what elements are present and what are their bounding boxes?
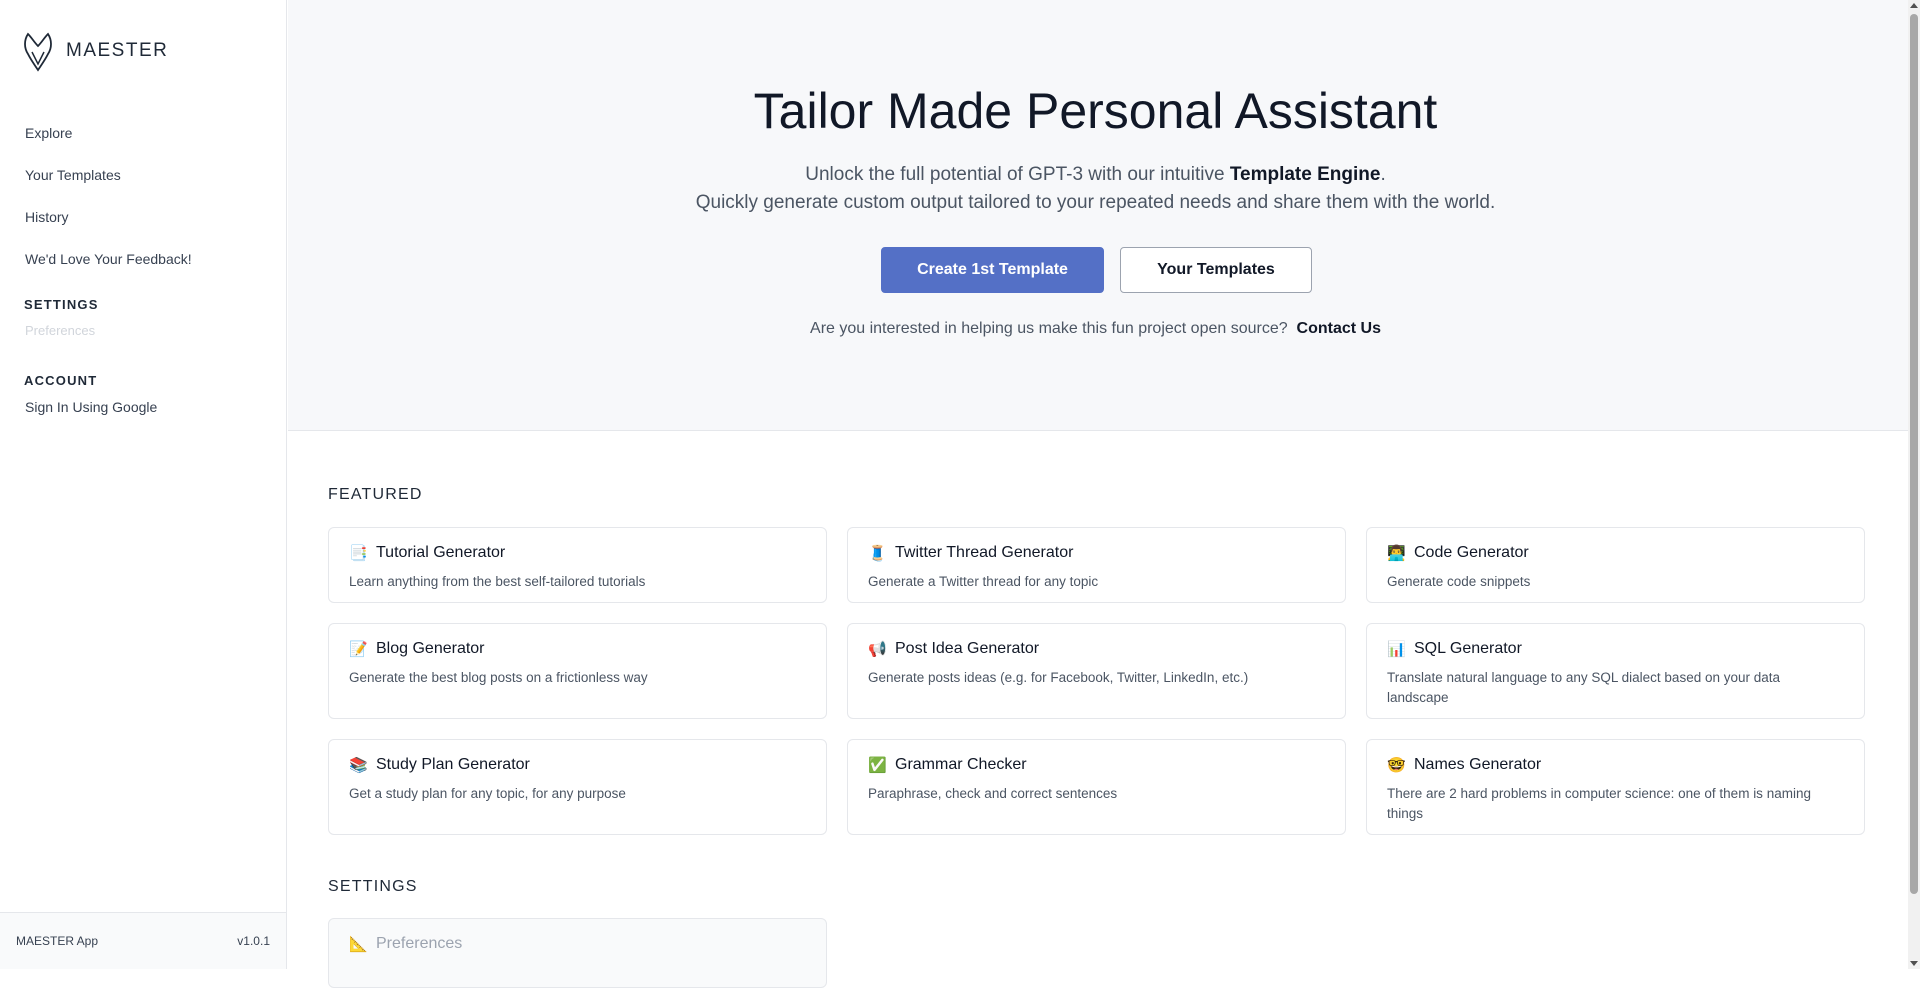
scroll-thumb[interactable] [1910,14,1918,894]
template-card[interactable]: 📢 Post Idea Generator Generate posts idea… [847,623,1346,719]
footer-version: v1.0.1 [237,934,270,948]
preferences-card[interactable]: 📐 Preferences [328,918,827,988]
scrollbar[interactable] [1908,0,1920,969]
sidebar-item-sign-in-google[interactable]: Sign In Using Google [0,394,286,436]
sidebar-item-preferences[interactable]: Preferences [0,318,286,360]
scroll-up-arrow-icon[interactable] [1910,3,1918,8]
hero: Tailor Made Personal Assistant Unlock th… [288,0,1908,431]
sidebar-section-account: ACCOUNT [24,373,98,388]
card-title: Tutorial Generator [376,543,506,561]
card-title: Blog Generator [376,639,485,657]
document-icon: 📑 [349,544,368,562]
scroll-down-arrow-icon[interactable] [1910,961,1918,966]
template-card[interactable]: 🤓 Names Generator There are 2 hard proble… [1366,739,1865,835]
template-card[interactable]: 📚 Study Plan Generator Get a study plan f… [328,739,827,835]
hero-sub-period: . [1380,164,1386,185]
card-description: Generate a Twitter thread for any topic [868,574,1099,589]
card-title: Study Plan Generator [376,755,530,773]
sidebar-item-explore[interactable]: Explore [0,120,286,162]
template-card[interactable]: 📊 SQL Generator Translate natural languag… [1366,623,1865,719]
maester-logo-icon [24,32,52,72]
hero-buttons: Create 1st Template Your Templates [881,247,1312,293]
card-title: SQL Generator [1414,639,1522,657]
template-card[interactable]: ✅ Grammar Checker Paraphrase, check and c… [847,739,1346,835]
sidebar-item-feedback[interactable]: We'd Love Your Feedback! [0,246,286,288]
card-title: Names Generator [1414,755,1542,773]
card-title: Grammar Checker [895,755,1027,773]
card-description: Generate code snippets [1387,574,1531,589]
hero-sub-line2: Quickly generate custom output tailored … [695,192,1496,213]
sidebar-item-history[interactable]: History [0,204,286,246]
card-title: Code Generator [1414,543,1529,561]
sidebar-item-your-templates[interactable]: Your Templates [0,162,286,204]
check-mark-icon: ✅ [868,756,887,774]
books-icon: 📚 [349,756,368,774]
settings-heading: SETTINGS [328,878,418,895]
sidebar: MAESTER Explore Your Templates History W… [0,0,287,969]
sidebar-footer: MAESTER App v1.0.1 [0,912,286,969]
card-description: Generate posts ideas (e.g. for Facebook,… [868,670,1249,685]
featured-heading: FEATURED [328,486,423,503]
template-card[interactable]: 📝 Blog Generator Generate the best blog p… [328,623,827,719]
card-description: Translate natural language to any SQL di… [1387,670,1781,705]
your-templates-button[interactable]: Your Templates [1120,247,1312,293]
card-description: Generate the best blog posts on a fricti… [349,670,648,685]
create-template-button[interactable]: Create 1st Template [881,247,1104,293]
template-card[interactable]: 📑 Tutorial Generator Learn anything from … [328,527,827,603]
card-description: Learn anything from the best self-tailor… [349,574,646,589]
footer-app-name: MAESTER App [16,934,99,948]
logo[interactable]: MAESTER [22,30,168,72]
card-description: Get a study plan for any topic, for any … [349,786,626,801]
nerd-face-icon: 🤓 [1387,756,1406,774]
card-title: Preferences [376,934,463,952]
page-title: Tailor Made Personal Assistant [753,83,1438,139]
hero-sub-bold: Template Engine [1229,164,1381,185]
app-name: MAESTER [66,40,169,61]
card-description: Paraphrase, check and correct sentences [868,786,1118,801]
hero-subtitle: Unlock the full potential of GPT-3 with … [288,161,1903,217]
thread-icon: 🧵 [868,544,887,562]
sidebar-nav: Explore Your Templates History We'd Love… [0,120,286,436]
hero-sub-text: Unlock the full potential of GPT-3 with … [805,164,1230,185]
memo-icon: 📝 [349,640,368,658]
coder-icon: 👨‍💻 [1387,544,1406,562]
card-title: Post Idea Generator [895,639,1040,657]
contact-text: Are you interested in helping us make th… [810,320,1288,337]
triangular-ruler-icon: 📐 [349,935,368,953]
template-card[interactable]: 👨‍💻 Code Generator Generate code snippets [1366,527,1865,603]
card-title: Twitter Thread Generator [895,543,1074,561]
contact-line: Are you interested in helping us make th… [288,320,1903,338]
main-content: Tailor Made Personal Assistant Unlock th… [288,0,1908,988]
contact-us-link[interactable]: Contact Us [1297,320,1381,337]
sidebar-section-settings: SETTINGS [24,297,99,312]
template-card[interactable]: 🧵 Twitter Thread Generator Generate a Twi… [847,527,1346,603]
megaphone-icon: 📢 [868,640,887,658]
card-description: There are 2 hard problems in computer sc… [1387,786,1811,821]
bar-chart-icon: 📊 [1387,640,1406,658]
